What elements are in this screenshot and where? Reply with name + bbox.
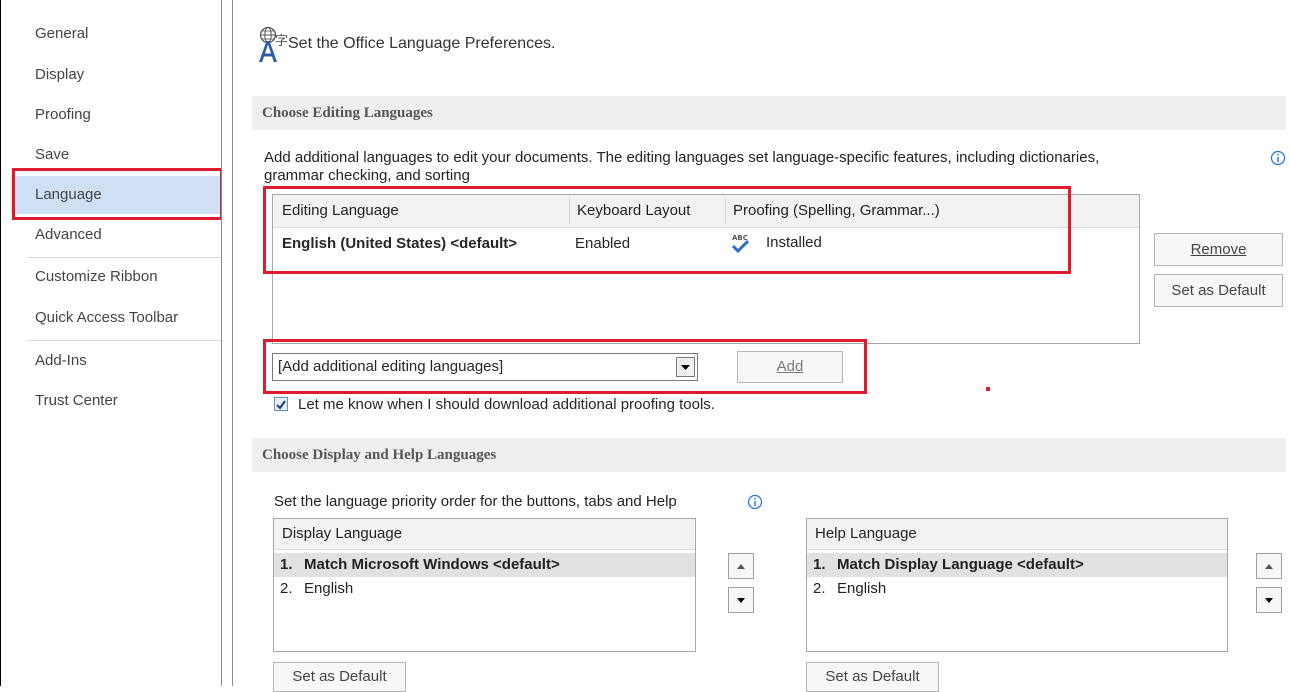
sidebar-item-advanced[interactable]: Advanced xyxy=(11,216,221,254)
sidebar-item-label: Save xyxy=(35,146,70,163)
row-proofing-status: Installed xyxy=(766,234,822,251)
row-editing-language: English (United States) <default> xyxy=(282,235,518,252)
editing-languages-list[interactable]: Editing Language Keyboard Layout Proofin… xyxy=(272,194,1140,344)
column-separator xyxy=(725,198,726,224)
list-item[interactable]: 1. Match Microsoft Windows <default> xyxy=(274,553,695,577)
row-keyboard-layout: Enabled xyxy=(575,235,631,252)
set-as-default-label: Set as Default xyxy=(292,668,387,685)
section-display-help-languages: Choose Display and Help Languages xyxy=(252,438,1286,472)
sidebar-item-trust-center[interactable]: Trust Center xyxy=(11,382,221,420)
list-item[interactable]: 1. Match Display Language <default> xyxy=(807,553,1227,577)
set-as-default-label: Set as Default xyxy=(825,668,920,685)
triangle-down-icon xyxy=(1265,598,1273,603)
set-as-default-label: Set as Default xyxy=(1171,282,1266,299)
triangle-down-icon xyxy=(737,598,745,603)
sidebar-item-proofing[interactable]: Proofing xyxy=(11,96,221,134)
column-header-editing-language[interactable]: Editing Language xyxy=(282,195,399,227)
sidebar-item-label: Proofing xyxy=(35,106,91,123)
remove-button[interactable]: Remove xyxy=(1154,233,1283,266)
sidebar-item-language[interactable]: Language xyxy=(11,176,221,214)
add-button[interactable]: Add xyxy=(737,351,843,383)
triangle-up-icon xyxy=(1265,564,1273,569)
list-item-number: 1. xyxy=(813,556,826,573)
sidebar-item-display[interactable]: Display xyxy=(11,56,221,94)
help-set-as-default-button[interactable]: Set as Default xyxy=(806,662,939,692)
remove-button-label: Remove xyxy=(1190,241,1247,258)
sidebar-item-quick-access-toolbar[interactable]: Quick Access Toolbar xyxy=(11,299,221,337)
sidebar-item-label: Trust Center xyxy=(35,392,118,409)
display-help-description: Set the language priority order for the … xyxy=(274,493,677,510)
sidebar-item-label: Quick Access Toolbar xyxy=(35,309,179,326)
add-button-label: Add xyxy=(776,358,804,375)
info-icon[interactable] xyxy=(1270,150,1286,166)
help-language-list[interactable]: Help Language 1. Match Display Language … xyxy=(806,518,1228,652)
sidebar-item-label: Display xyxy=(35,66,85,83)
display-move-down-button[interactable] xyxy=(728,587,754,613)
list-item-number: 2. xyxy=(813,580,826,597)
proofing-tools-checkbox-label[interactable]: Let me know when I should download addit… xyxy=(298,396,715,413)
column-header-proofing[interactable]: Proofing (Spelling, Grammar...) xyxy=(733,195,940,227)
help-list-header: Help Language xyxy=(807,519,1227,550)
page-title: Set the Office Language Preferences. xyxy=(288,35,556,52)
display-move-up-button[interactable] xyxy=(728,553,754,579)
display-list-header: Display Language xyxy=(274,519,695,550)
list-item-label: English xyxy=(837,580,887,597)
editing-description: Add additional languages to edit your do… xyxy=(264,149,1274,189)
info-icon[interactable] xyxy=(747,494,763,510)
display-set-as-default-button[interactable]: Set as Default xyxy=(273,662,406,692)
sidebar-item-label: Add-Ins xyxy=(35,352,87,369)
sidebar-item-save[interactable]: Save xyxy=(11,136,221,174)
proofing-tools-checkbox[interactable] xyxy=(274,397,288,411)
list-item[interactable]: 2. English xyxy=(274,577,695,601)
window-left-border xyxy=(0,0,11,686)
help-move-down-button[interactable] xyxy=(1256,587,1282,613)
list-item-label: Match Display Language <default> xyxy=(837,556,1084,573)
options-sidebar: General Display Proofing Save Language A… xyxy=(11,0,224,686)
editing-description-line1: Add additional languages to edit your do… xyxy=(264,149,1100,166)
editing-description-line2: grammar checking, and sorting xyxy=(264,167,470,184)
svg-text:字: 字 xyxy=(275,34,288,49)
list-item-number: 1. xyxy=(280,556,293,573)
list-item[interactable]: 2. English xyxy=(807,577,1227,601)
language-globe-icon: 字 xyxy=(259,26,288,62)
sidebar-separator xyxy=(27,340,224,341)
sidebar-divider xyxy=(221,0,233,686)
help-move-up-button[interactable] xyxy=(1256,553,1282,579)
list-item-number: 2. xyxy=(280,580,293,597)
sidebar-item-customize-ribbon[interactable]: Customize Ribbon xyxy=(11,258,221,296)
editing-list-header: Editing Language Keyboard Layout Proofin… xyxy=(273,195,1139,228)
dropdown-value: [Add additional editing languages] xyxy=(278,358,504,375)
column-header-keyboard-layout[interactable]: Keyboard Layout xyxy=(577,195,690,227)
abc-checkmark-icon: ABC xyxy=(731,234,750,254)
sidebar-item-label: Customize Ribbon xyxy=(35,268,158,285)
sidebar-item-label: Advanced xyxy=(35,226,102,243)
triangle-up-icon xyxy=(737,564,745,569)
sidebar-item-label: General xyxy=(35,25,89,42)
chevron-down-icon[interactable] xyxy=(676,357,695,377)
display-language-list[interactable]: Display Language 1. Match Microsoft Wind… xyxy=(273,518,696,652)
add-language-dropdown[interactable]: [Add additional editing languages] xyxy=(272,353,698,381)
sidebar-item-general[interactable]: General xyxy=(11,15,221,53)
red-marker xyxy=(986,387,990,391)
list-item-label: Match Microsoft Windows <default> xyxy=(304,556,560,573)
list-item-label: English xyxy=(304,580,354,597)
table-row[interactable]: English (United States) <default> Enable… xyxy=(273,227,1139,261)
section-editing-languages: Choose Editing Languages xyxy=(252,96,1286,130)
svg-text:ABC: ABC xyxy=(732,234,748,242)
set-as-default-button[interactable]: Set as Default xyxy=(1154,274,1283,307)
sidebar-item-add-ins[interactable]: Add-Ins xyxy=(11,342,221,380)
column-separator xyxy=(569,198,570,224)
sidebar-item-label: Language xyxy=(35,186,102,203)
